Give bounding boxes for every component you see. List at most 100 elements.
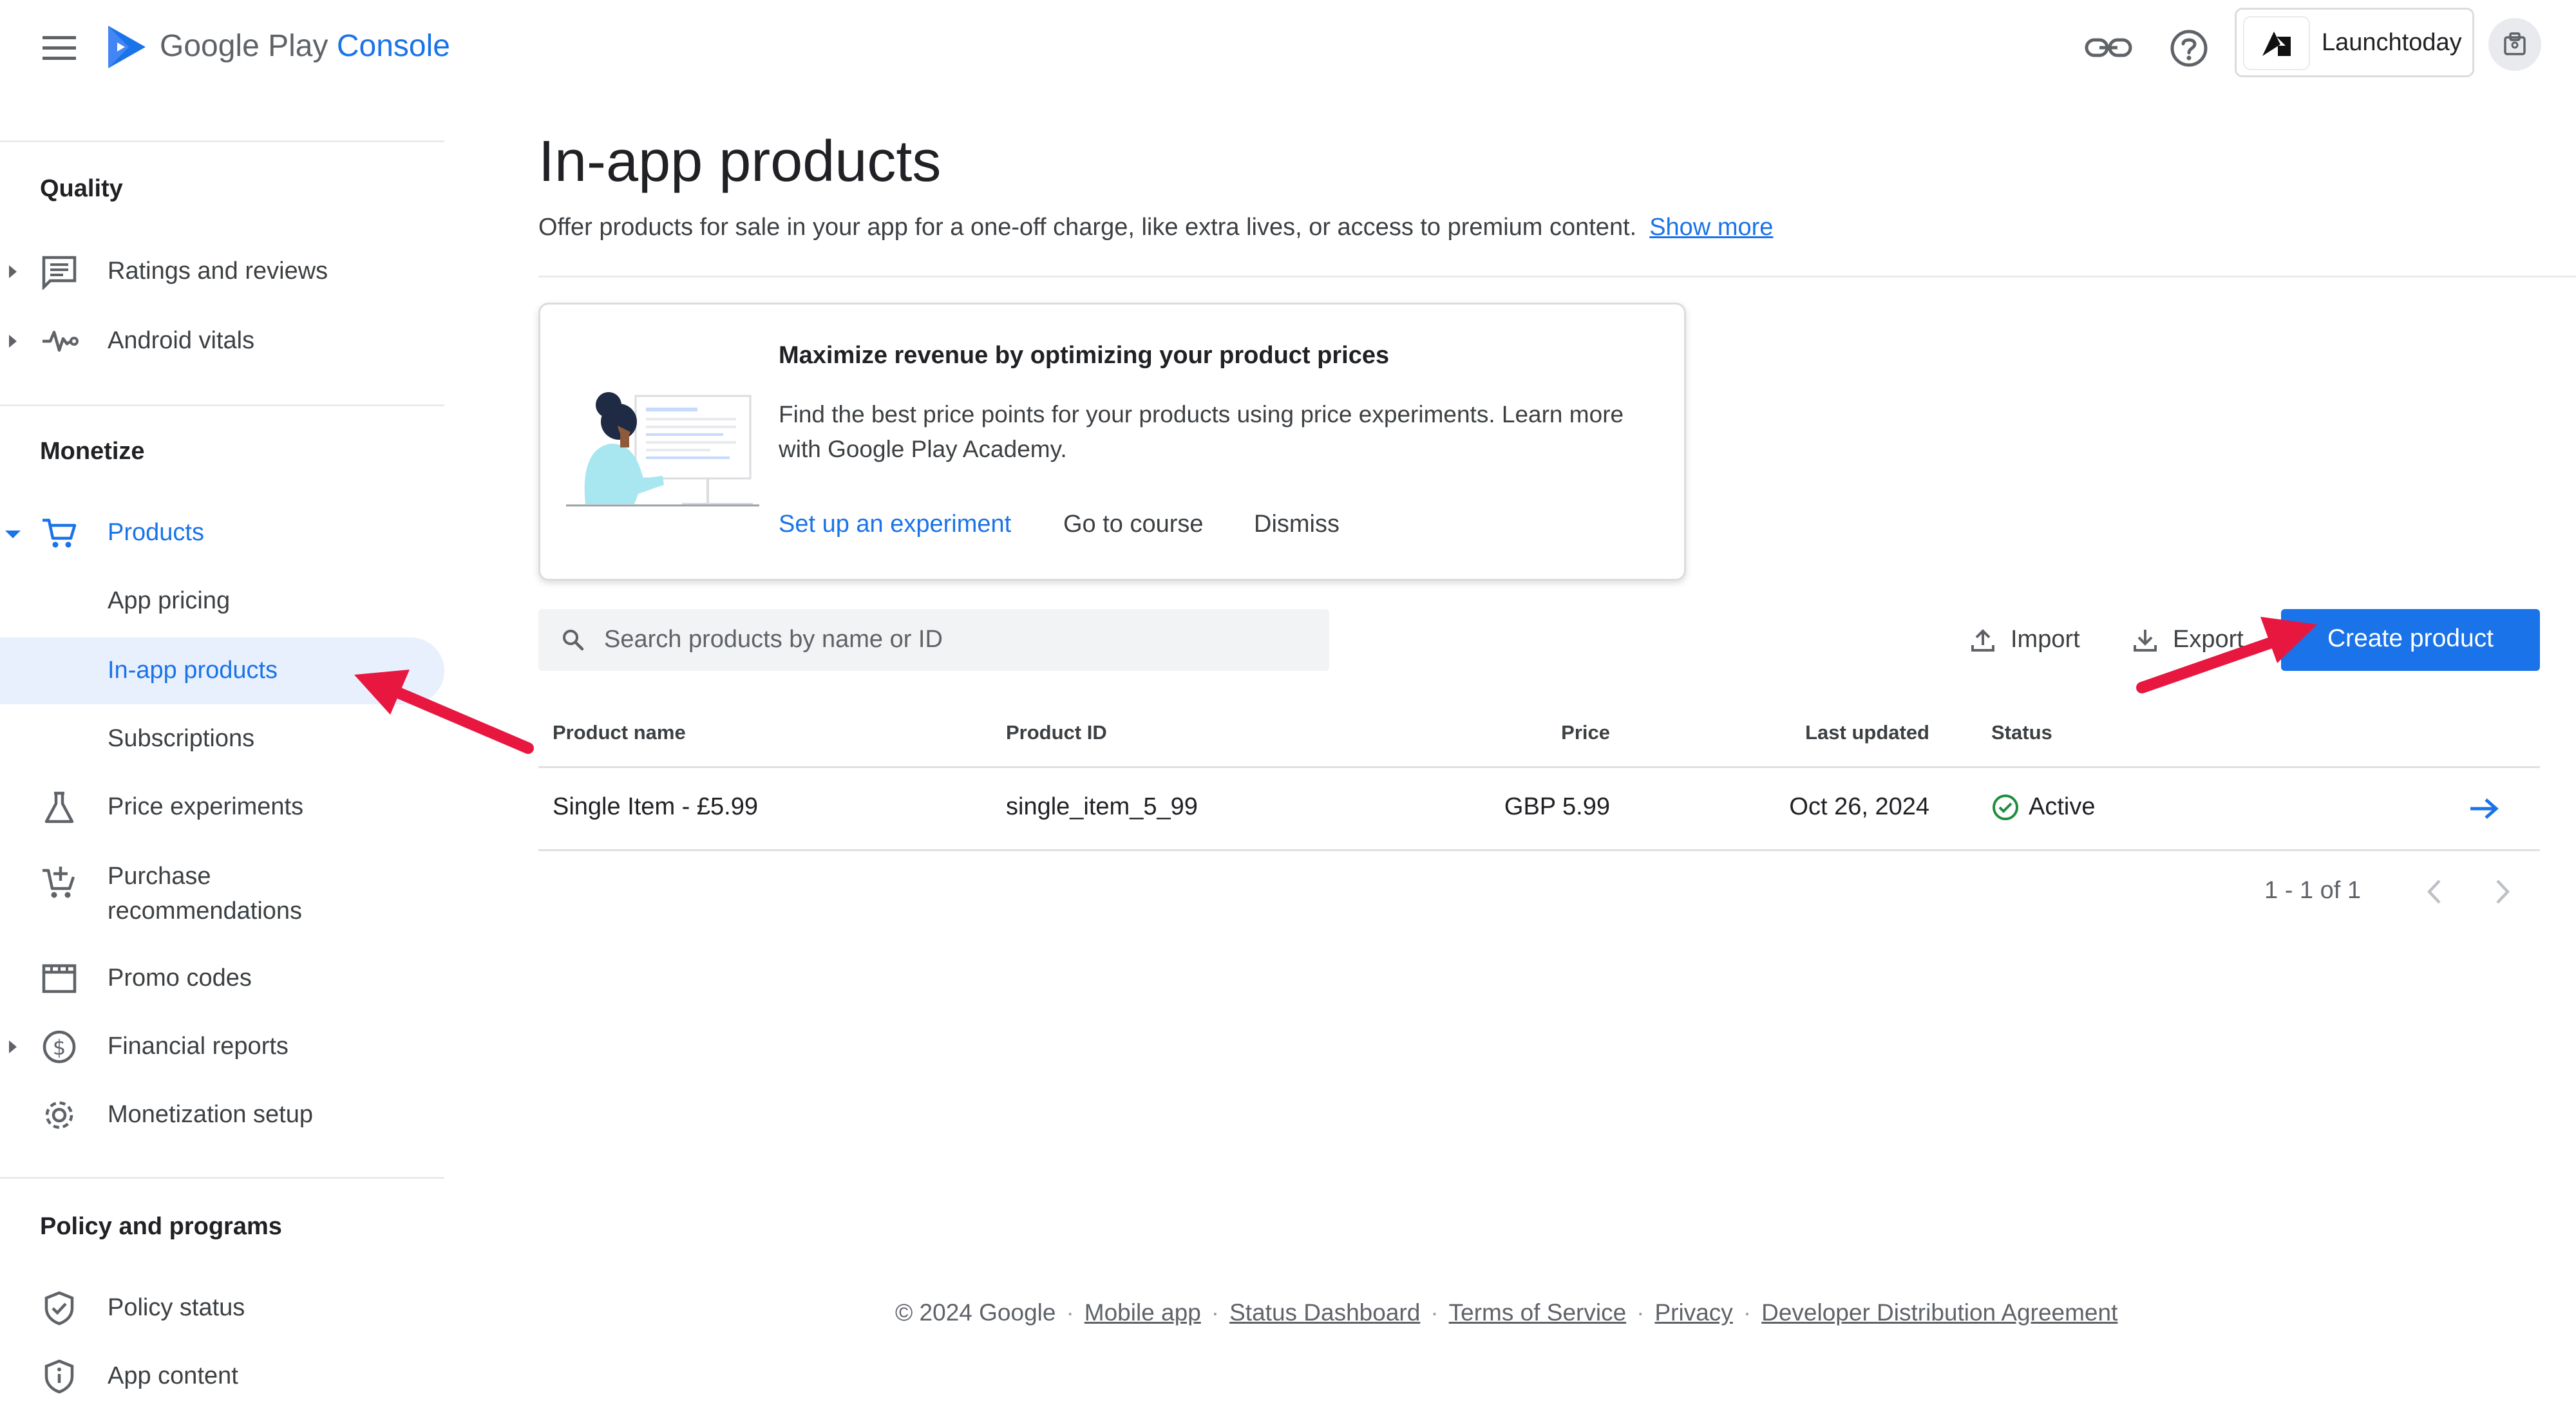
reviews-icon [42, 256, 77, 290]
section-heading-quality: Quality [40, 175, 123, 202]
chevron-left-icon[interactable] [2421, 876, 2447, 908]
sidebar-item-label: Ratings and reviews [108, 258, 328, 285]
play-console-logo[interactable] [103, 23, 151, 71]
menu-button[interactable] [39, 31, 80, 66]
table-row-divider [538, 849, 2540, 851]
link-icon [2085, 38, 2132, 57]
help-button[interactable] [2165, 24, 2213, 72]
illustration-person-at-screen [566, 392, 759, 507]
cart-icon [43, 518, 77, 548]
sidebar-item-purchase-recommendations[interactable]: Purchase recommendations [0, 849, 444, 932]
sidebar-item-label: Policy status [108, 1294, 245, 1321]
sidebar-item-products[interactable]: Products [0, 500, 444, 567]
link-button[interactable] [2083, 27, 2134, 68]
sidebar-item-label: Monetization setup [108, 1101, 313, 1128]
card-title: Maximize revenue by optimizing your prod… [779, 342, 1390, 369]
sidebar-item-label: In-app products [108, 657, 278, 684]
sidebar-item-label: Subscriptions [108, 725, 255, 752]
sidebar-item-label: Purchase recommendations [108, 863, 303, 925]
sidebar-item-policy-status[interactable]: Policy status [0, 1275, 444, 1342]
gear-icon [45, 1101, 73, 1129]
column-header-product-name: Product name [553, 721, 686, 744]
sidebar-item-label: Price experiments [108, 793, 304, 820]
page-title: In-app products [538, 129, 942, 194]
caret-right-icon [9, 335, 17, 348]
import-label: Import [2011, 626, 2080, 653]
footer-link-terms-of-service[interactable]: Terms of Service [1449, 1299, 1627, 1326]
cell-last-updated: Oct 26, 2024 [1789, 793, 1929, 820]
sidebar-item-ratings-and-reviews[interactable]: Ratings and reviews [0, 238, 444, 305]
footer-link-status-dashboard[interactable]: Status Dashboard [1229, 1299, 1420, 1326]
upload-icon [1971, 629, 1994, 652]
vitals-icon [43, 330, 79, 352]
section-heading-monetize: Monetize [40, 438, 145, 465]
cart-add-icon [43, 867, 75, 898]
sidebar-divider [0, 1177, 444, 1179]
search-icon [563, 630, 584, 651]
set-up-experiment-button[interactable]: Set up an experiment [779, 511, 1011, 538]
menu-icon [43, 36, 76, 60]
sidebar-item-app-pricing[interactable]: App pricing [0, 568, 444, 635]
sidebar-item-label: Products [108, 519, 204, 546]
footer-link-mobile-app[interactable]: Mobile app [1084, 1299, 1201, 1326]
sidebar-item-app-content[interactable]: App content [0, 1343, 444, 1410]
svg-text:$: $ [53, 1035, 66, 1060]
help-icon [2170, 30, 2208, 67]
annotation-arrow-create-product [2136, 617, 2317, 693]
profile-button[interactable] [2488, 18, 2541, 71]
brand-name: Google Play Console [160, 29, 450, 63]
card-body: Find the best price points for your prod… [779, 401, 1624, 462]
price-experiment-card: Maximize revenue by optimizing your prod… [538, 303, 1686, 581]
dollar-icon: $ [43, 1030, 76, 1064]
arrow-right-icon[interactable] [2468, 794, 2500, 823]
caret-right-icon [9, 1040, 17, 1053]
footer-copyright: © 2024 Google [895, 1299, 1056, 1326]
flask-icon [44, 791, 74, 823]
sidebar-item-monetization-setup[interactable]: Monetization setup [0, 1082, 444, 1149]
column-header-price: Price [1561, 721, 1610, 744]
column-header-last-updated: Last updated [1805, 721, 1929, 744]
caret-right-icon [9, 265, 17, 278]
cell-product-id: single_item_5_99 [1006, 793, 1198, 820]
footer: © 2024 Google · Mobile app · Status Dashboar… [895, 1299, 2118, 1326]
sidebar-item-label: App content [108, 1362, 238, 1389]
page-description: Offer products for sale in your app for … [538, 214, 1773, 241]
sidebar-divider [0, 404, 444, 406]
sidebar-item-android-vitals[interactable]: Android vitals [0, 308, 444, 375]
dismiss-button[interactable]: Dismiss [1254, 511, 1340, 538]
footer-link-privacy[interactable]: Privacy [1654, 1299, 1732, 1326]
footer-link-developer-distribution-agreement[interactable]: Developer Distribution Agreement [1761, 1299, 2117, 1326]
chevron-right-icon[interactable] [2490, 876, 2515, 908]
storefront-icon [42, 964, 77, 993]
sidebar-item-financial-reports[interactable]: $ Financial reports [0, 1013, 444, 1080]
go-to-course-button[interactable]: Go to course [1063, 511, 1204, 538]
annotation-arrow-in-app-products [354, 670, 534, 754]
sidebar-item-label: Financial reports [108, 1033, 289, 1060]
section-heading-policy: Policy and programs [40, 1213, 282, 1240]
column-header-status: Status [1991, 721, 2052, 744]
page-description-text: Offer products for sale in your app for … [538, 214, 1637, 241]
header-divider [538, 276, 2576, 277]
show-more-link[interactable]: Show more [1649, 214, 1773, 241]
sidebar-item-promo-codes[interactable]: Promo codes [0, 945, 444, 1012]
profile-icon [2504, 32, 2526, 55]
check-circle-icon [1993, 794, 2018, 820]
sidebar-item-label: App pricing [108, 587, 231, 614]
cell-price: GBP 5.99 [1504, 793, 1610, 820]
sidebar-item-label: Promo codes [108, 964, 252, 992]
account-switcher[interactable]: Launchtoday [2235, 8, 2474, 77]
cell-product-name: Single Item - £5.99 [553, 793, 758, 820]
account-name: Launchtoday [2322, 29, 2462, 56]
pagination-text: 1 - 1 of 1 [2264, 877, 2361, 904]
account-logo [2244, 17, 2309, 69]
import-button[interactable]: Import [1969, 619, 2105, 661]
search-input[interactable]: Search products by name or ID [538, 609, 1329, 671]
sidebar-item-price-experiments[interactable]: Price experiments [0, 774, 444, 841]
column-header-product-id: Product ID [1006, 721, 1107, 744]
cell-status: Active [2029, 793, 2096, 820]
sidebar-divider [0, 140, 444, 142]
search-placeholder: Search products by name or ID [604, 626, 943, 653]
shield-icon [44, 1291, 74, 1326]
sidebar-item-label: Android vitals [108, 327, 255, 354]
caret-down-icon [5, 531, 21, 538]
